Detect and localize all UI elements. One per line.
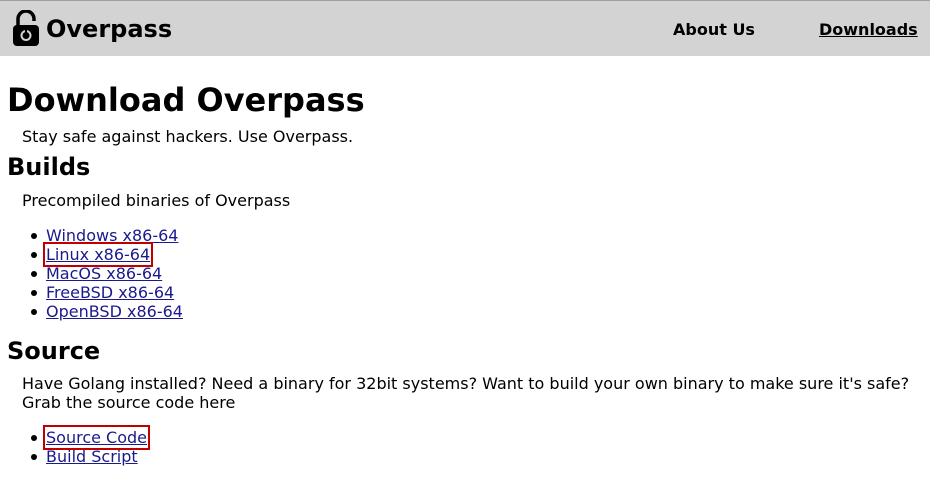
download-link-openbsd[interactable]: OpenBSD x86-64 — [46, 302, 183, 321]
source-heading: Source — [7, 337, 101, 365]
page-title: Download Overpass — [7, 81, 365, 119]
list-item: OpenBSD x86-64 — [31, 302, 183, 321]
download-link-windows[interactable]: Windows x86-64 — [46, 226, 178, 245]
nav-link-about-us[interactable]: About Us — [673, 20, 755, 40]
list-item: Windows x86-64 — [31, 226, 183, 245]
builds-heading: Builds — [7, 153, 91, 181]
download-link-freebsd[interactable]: FreeBSD x86-64 — [46, 283, 174, 302]
brand-name[interactable]: Overpass — [46, 15, 172, 43]
builds-description: Precompiled binaries of Overpass — [22, 191, 291, 210]
build-script-link[interactable]: Build Script — [46, 447, 138, 466]
list-item: MacOS x86-64 — [31, 264, 183, 283]
builds-list: Windows x86-64 Linux x86-64 MacOS x86-64… — [31, 226, 183, 321]
source-code-link[interactable]: Source Code — [43, 425, 150, 450]
list-item: Linux x86-64 — [31, 242, 183, 267]
list-item: Source Code — [31, 425, 150, 450]
padlock-icon[interactable] — [11, 9, 41, 48]
list-item: Build Script — [31, 447, 147, 466]
list-item: FreeBSD x86-64 — [31, 283, 183, 302]
download-link-linux[interactable]: Linux x86-64 — [42, 242, 154, 267]
download-link-macos[interactable]: MacOS x86-64 — [46, 264, 162, 283]
top-nav-bar: Overpass About Us Downloads — [0, 0, 930, 56]
nav-link-downloads[interactable]: Downloads — [819, 20, 918, 40]
source-description: Have Golang installed? Need a binary for… — [22, 374, 910, 412]
tagline: Stay safe against hackers. Use Overpass. — [22, 127, 354, 146]
source-list: Source Code Build Script — [31, 425, 150, 466]
